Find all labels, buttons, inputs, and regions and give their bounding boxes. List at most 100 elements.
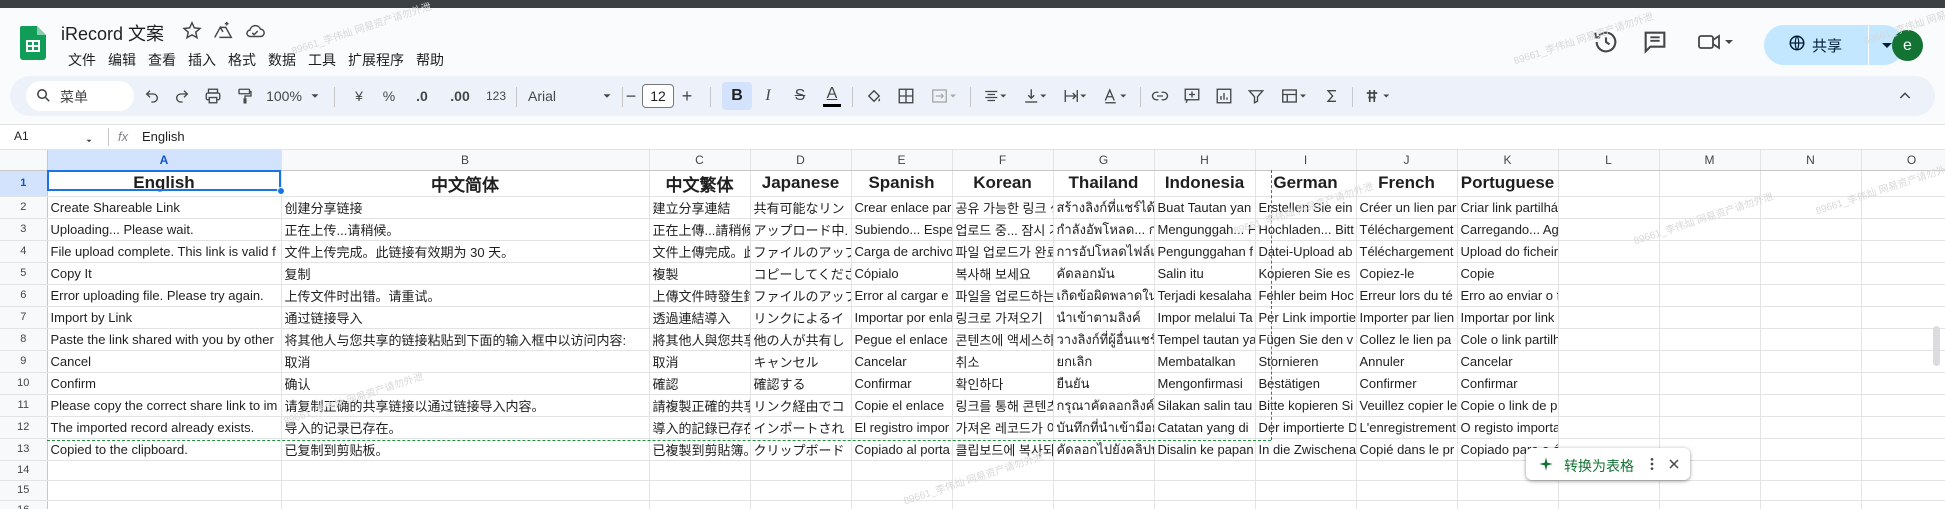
italic-button[interactable]: I xyxy=(754,76,782,116)
font-size-input[interactable]: 12 xyxy=(642,84,674,108)
decrease-font-size-button[interactable]: − xyxy=(622,76,640,116)
cell-j6[interactable]: Erreur lors du té xyxy=(1356,284,1458,307)
cell-k3[interactable]: Carregando... Aguarde. xyxy=(1457,218,1559,241)
cell-b12[interactable]: 导入的记录已存在。 xyxy=(281,416,650,439)
cell-d4[interactable]: ファイルのアップ xyxy=(750,240,852,263)
cell-c10[interactable]: 確認 xyxy=(649,372,751,395)
cell-n15[interactable] xyxy=(1760,480,1862,501)
cell-b5[interactable]: 复制 xyxy=(281,262,650,285)
column-header-n[interactable]: N xyxy=(1760,150,1862,171)
cell-d13[interactable]: クリップボード xyxy=(750,438,852,461)
cell-j9[interactable]: Annuler xyxy=(1356,350,1458,373)
cell-g8[interactable]: วางลิงก์ที่ผู้อื่นแชร์ xyxy=(1053,328,1155,351)
column-header-m[interactable]: M xyxy=(1659,150,1761,171)
decrease-decimal-button[interactable]: .0 xyxy=(406,76,438,116)
cell-d5[interactable]: コピーしてくださ xyxy=(750,262,852,285)
cell-g1[interactable]: Thailand xyxy=(1053,170,1155,197)
cell-a2[interactable]: Create Shareable Link xyxy=(47,196,282,219)
chevron-down-icon[interactable] xyxy=(84,133,94,151)
menu-format[interactable]: 格式 xyxy=(222,46,262,74)
functions-icon[interactable] xyxy=(1318,76,1346,116)
cell-g14[interactable] xyxy=(1053,460,1155,481)
cell-o4[interactable] xyxy=(1861,240,1945,263)
cell-j11[interactable]: Veuillez copier le xyxy=(1356,394,1458,417)
cell-l12[interactable] xyxy=(1558,416,1660,439)
cell-f9[interactable]: 취소 xyxy=(952,350,1054,373)
column-header-k[interactable]: K xyxy=(1457,150,1559,171)
cell-c9[interactable]: 取消 xyxy=(649,350,751,373)
percent-format-button[interactable]: % xyxy=(376,76,402,116)
cell-m15[interactable] xyxy=(1659,480,1761,501)
cell-j4[interactable]: Téléchargement xyxy=(1356,240,1458,263)
cell-o3[interactable] xyxy=(1861,218,1945,241)
cell-d3[interactable]: アップロード中. xyxy=(750,218,852,241)
row-header[interactable]: 10 xyxy=(0,372,48,395)
menu-search[interactable]: 菜单 xyxy=(26,81,134,111)
cell-i14[interactable] xyxy=(1255,460,1357,481)
cell-e14[interactable] xyxy=(851,460,953,481)
select-all-corner[interactable] xyxy=(0,150,48,171)
cell-f7[interactable]: 링크로 가져오기 xyxy=(952,306,1054,329)
cell-b10[interactable]: 确认 xyxy=(281,372,650,395)
more-vert-icon[interactable] xyxy=(1644,456,1660,477)
cell-b14[interactable] xyxy=(281,460,650,481)
cell-h4[interactable]: Pengunggahan f xyxy=(1154,240,1256,263)
cell-k1[interactable]: Portuguese xyxy=(1457,170,1559,197)
cell-o10[interactable] xyxy=(1861,372,1945,395)
cell-i16[interactable] xyxy=(1255,500,1357,509)
cell-g9[interactable]: ยกเลิก xyxy=(1053,350,1155,373)
convert-to-table-label[interactable]: 转换为表格 xyxy=(1564,456,1634,476)
menu-insert[interactable]: 插入 xyxy=(182,46,222,74)
cell-k10[interactable]: Confirmar xyxy=(1457,372,1559,395)
cell-b2[interactable]: 创建分享链接 xyxy=(281,196,650,219)
cell-f12[interactable]: 가져온 레코드가 이 xyxy=(952,416,1054,439)
cell-d16[interactable] xyxy=(750,500,852,509)
filter-icon[interactable] xyxy=(1242,76,1270,116)
cell-n13[interactable] xyxy=(1760,438,1862,461)
cell-e9[interactable]: Cancelar xyxy=(851,350,953,373)
cell-a6[interactable]: Error uploading file. Please try again. xyxy=(47,284,282,307)
cell-g7[interactable]: นำเข้าตามลิงค์ xyxy=(1053,306,1155,329)
cell-b13[interactable]: 已复制到剪贴板。 xyxy=(281,438,650,461)
cell-j10[interactable]: Confirmer xyxy=(1356,372,1458,395)
cell-j15[interactable] xyxy=(1356,480,1458,501)
filter-views-icon[interactable] xyxy=(1274,76,1314,116)
cell-e7[interactable]: Importar por enla xyxy=(851,306,953,329)
cell-j14[interactable] xyxy=(1356,460,1458,481)
text-color-button[interactable]: A xyxy=(818,76,846,116)
row-header[interactable]: 8 xyxy=(0,328,48,351)
cell-c4[interactable]: 文件上傳完成。此 xyxy=(649,240,751,263)
cell-e13[interactable]: Copiado al porta xyxy=(851,438,953,461)
cell-b1[interactable]: 中文简体 xyxy=(281,170,650,197)
move-to-drive-icon[interactable] xyxy=(212,20,234,42)
cell-j2[interactable]: Créer un lien par xyxy=(1356,196,1458,219)
cell-n12[interactable] xyxy=(1760,416,1862,439)
cell-a3[interactable]: Uploading... Please wait. xyxy=(47,218,282,241)
cell-c15[interactable] xyxy=(649,480,751,501)
text-wrapping-icon[interactable] xyxy=(1056,76,1094,116)
cell-c16[interactable] xyxy=(649,500,751,509)
cell-m7[interactable] xyxy=(1659,306,1761,329)
cell-f8[interactable]: 콘텐츠에 액세스하 xyxy=(952,328,1054,351)
cell-a11[interactable]: Please copy the correct share link to im xyxy=(47,394,282,417)
star-icon[interactable] xyxy=(181,20,203,42)
cell-m8[interactable] xyxy=(1659,328,1761,351)
cell-n10[interactable] xyxy=(1760,372,1862,395)
cell-n5[interactable] xyxy=(1760,262,1862,285)
cell-o14[interactable] xyxy=(1861,460,1945,481)
cell-c2[interactable]: 建立分享連結 xyxy=(649,196,751,219)
cell-k7[interactable]: Importar por link xyxy=(1457,306,1559,329)
vertical-align-icon[interactable] xyxy=(1016,76,1054,116)
row-header[interactable]: 14 xyxy=(0,460,48,481)
cell-n6[interactable] xyxy=(1760,284,1862,307)
redo-icon[interactable] xyxy=(170,76,194,116)
cell-f2[interactable]: 공유 가능한 링크 생 xyxy=(952,196,1054,219)
cell-a4[interactable]: File upload complete. This link is valid… xyxy=(47,240,282,263)
cell-k6[interactable]: Erro ao enviar o ficheiro. xyxy=(1457,284,1559,307)
cell-h1[interactable]: Indonesia xyxy=(1154,170,1256,197)
cell-b6[interactable]: 上传文件时出错。请重试。 xyxy=(281,284,650,307)
cell-m10[interactable] xyxy=(1659,372,1761,395)
column-header-e[interactable]: E xyxy=(851,150,953,171)
cell-j13[interactable]: Copié dans le pr xyxy=(1356,438,1458,461)
cell-b4[interactable]: 文件上传完成。此链接有效期为 30 天。 xyxy=(281,240,650,263)
